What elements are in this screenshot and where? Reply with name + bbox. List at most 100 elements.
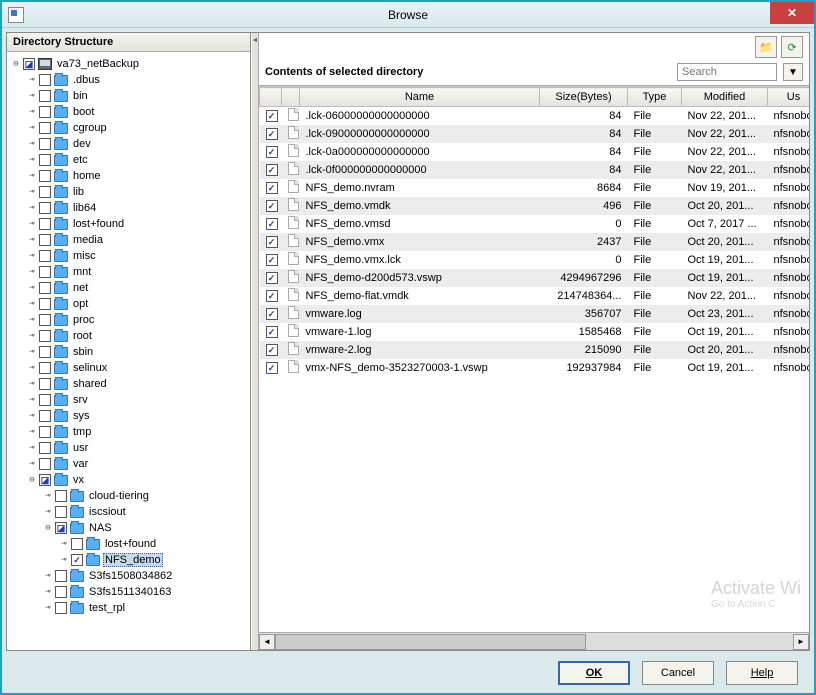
file-row[interactable]: ✓ vmware-1.log 1585468 File Oct 19, 201.…	[260, 323, 810, 341]
tree-checkbox[interactable]	[39, 330, 51, 342]
tree-node[interactable]: ⊸sbin	[9, 344, 248, 360]
tree-node[interactable]: ⊸shared	[9, 376, 248, 392]
tree-toggle[interactable]: ⊸	[27, 347, 37, 357]
tree-toggle[interactable]: ⊸	[27, 75, 37, 85]
file-row[interactable]: ✓ vmware.log 356707 File Oct 23, 201... …	[260, 305, 810, 323]
tree-toggle[interactable]: ⊸	[27, 299, 37, 309]
file-checkbox[interactable]: ✓	[266, 128, 278, 140]
file-checkbox[interactable]: ✓	[266, 326, 278, 338]
tree-node[interactable]: ⊸boot	[9, 104, 248, 120]
file-row[interactable]: ✓ NFS_demo-flat.vmdk 214748364... File N…	[260, 287, 810, 305]
tree-toggle[interactable]: ⊸	[27, 443, 37, 453]
file-row[interactable]: ✓ .lck-09000000000000000 84 File Nov 22,…	[260, 125, 810, 143]
tree-node[interactable]: ⊸dev	[9, 136, 248, 152]
directory-tree[interactable]: ⊖◪va73_netBackup ⊸.dbus ⊸bin ⊸boot ⊸cgro…	[7, 52, 250, 650]
tree-checkbox[interactable]	[39, 138, 51, 150]
file-checkbox[interactable]: ✓	[266, 110, 278, 122]
tree-toggle[interactable]: ⊸	[27, 331, 37, 341]
tree-toggle[interactable]: ⊸	[43, 587, 53, 597]
tree-checkbox[interactable]	[39, 362, 51, 374]
tree-checkbox[interactable]	[39, 394, 51, 406]
tree-node[interactable]: ⊸lost+found	[9, 216, 248, 232]
tree-toggle[interactable]: ⊸	[27, 235, 37, 245]
tree-checkbox[interactable]	[39, 250, 51, 262]
file-row[interactable]: ✓ .lck-0f000000000000000 84 File Nov 22,…	[260, 161, 810, 179]
tree-toggle[interactable]: ⊸	[27, 91, 37, 101]
file-row[interactable]: ✓ vmx-NFS_demo-3523270003-1.vswp 1929379…	[260, 359, 810, 377]
file-row[interactable]: ✓ NFS_demo.vmsd 0 File Oct 7, 2017 ... n…	[260, 215, 810, 233]
col-type[interactable]: Type	[628, 88, 682, 107]
tree-toggle[interactable]: ⊸	[27, 155, 37, 165]
tree-checkbox[interactable]	[39, 122, 51, 134]
file-row[interactable]: ✓ vmware-2.log 215090 File Oct 20, 201..…	[260, 341, 810, 359]
tree-node[interactable]: ⊸etc	[9, 152, 248, 168]
tree-toggle[interactable]: ⊸	[27, 251, 37, 261]
tree-checkbox[interactable]	[39, 154, 51, 166]
tree-node[interactable]: ⊸proc	[9, 312, 248, 328]
col-name[interactable]: Name	[300, 88, 540, 107]
tree-checkbox[interactable]	[39, 106, 51, 118]
tree-node[interactable]: ⊸S3fs1511340163	[9, 584, 248, 600]
file-checkbox[interactable]: ✓	[266, 344, 278, 356]
tree-node[interactable]: ⊸lost+found	[9, 536, 248, 552]
tree-checkbox[interactable]: ✓	[71, 554, 83, 566]
tree-checkbox[interactable]	[39, 266, 51, 278]
tree-toggle[interactable]: ⊸	[27, 107, 37, 117]
file-checkbox[interactable]: ✓	[266, 362, 278, 374]
tree-node[interactable]: ⊸tmp	[9, 424, 248, 440]
tree-toggle[interactable]: ⊸	[27, 123, 37, 133]
tree-checkbox[interactable]	[39, 74, 51, 86]
col-checkbox[interactable]	[260, 88, 282, 107]
tree-node[interactable]: ⊸media	[9, 232, 248, 248]
tree-toggle[interactable]: ⊸	[27, 411, 37, 421]
tree-toggle[interactable]: ⊖	[43, 523, 53, 533]
file-checkbox[interactable]: ✓	[266, 236, 278, 248]
tree-toggle[interactable]: ⊖	[27, 475, 37, 485]
tree-checkbox[interactable]	[55, 602, 67, 614]
tree-node[interactable]: ⊸lib64	[9, 200, 248, 216]
col-icon-header[interactable]	[282, 88, 300, 107]
file-checkbox[interactable]: ✓	[266, 146, 278, 158]
tree-checkbox[interactable]	[39, 410, 51, 422]
tree-toggle[interactable]: ⊸	[27, 315, 37, 325]
tree-toggle[interactable]: ⊸	[27, 379, 37, 389]
tree-toggle[interactable]: ⊸	[43, 507, 53, 517]
tree-checkbox[interactable]	[39, 458, 51, 470]
tree-toggle[interactable]: ⊸	[59, 555, 69, 565]
file-row[interactable]: ✓ .lck-06000000000000000 84 File Nov 22,…	[260, 107, 810, 126]
tree-node[interactable]: ⊸var	[9, 456, 248, 472]
tree-checkbox[interactable]	[39, 442, 51, 454]
file-row[interactable]: ✓ NFS_demo.vmdk 496 File Oct 20, 201... …	[260, 197, 810, 215]
tree-node[interactable]: ⊸bin	[9, 88, 248, 104]
tree-node[interactable]: ⊸root	[9, 328, 248, 344]
tree-checkbox[interactable]	[55, 570, 67, 582]
file-checkbox[interactable]: ✓	[266, 182, 278, 194]
tree-checkbox[interactable]	[71, 538, 83, 550]
tree-toggle[interactable]: ⊸	[27, 187, 37, 197]
file-row[interactable]: ✓ NFS_demo.nvram 8684 File Nov 19, 201..…	[260, 179, 810, 197]
tree-node[interactable]: ⊸cgroup	[9, 120, 248, 136]
up-folder-button[interactable]: 📁	[755, 36, 777, 58]
tree-node[interactable]: ⊖◪va73_netBackup	[9, 56, 248, 72]
titlebar[interactable]: Browse ✕	[2, 2, 814, 28]
tree-checkbox[interactable]	[39, 426, 51, 438]
tree-node[interactable]: ⊸net	[9, 280, 248, 296]
help-button[interactable]: Help	[726, 661, 798, 685]
tree-checkbox[interactable]	[39, 186, 51, 198]
tree-node[interactable]: ⊸lib	[9, 184, 248, 200]
scroll-track[interactable]	[275, 634, 793, 650]
tree-toggle[interactable]: ⊸	[27, 139, 37, 149]
tree-node[interactable]: ⊸srv	[9, 392, 248, 408]
tree-checkbox[interactable]	[39, 218, 51, 230]
file-checkbox[interactable]: ✓	[266, 218, 278, 230]
tree-node[interactable]: ⊸misc	[9, 248, 248, 264]
cancel-button[interactable]: Cancel	[642, 661, 714, 685]
file-table-wrap[interactable]: Name Size(Bytes) Type Modified Us ✓ .lck…	[259, 86, 809, 632]
tree-checkbox[interactable]	[55, 586, 67, 598]
tree-checkbox[interactable]: ◪	[23, 58, 35, 70]
file-checkbox[interactable]: ✓	[266, 290, 278, 302]
tree-node[interactable]: ⊸opt	[9, 296, 248, 312]
tree-checkbox[interactable]	[39, 90, 51, 102]
col-size[interactable]: Size(Bytes)	[540, 88, 628, 107]
tree-checkbox[interactable]	[39, 234, 51, 246]
